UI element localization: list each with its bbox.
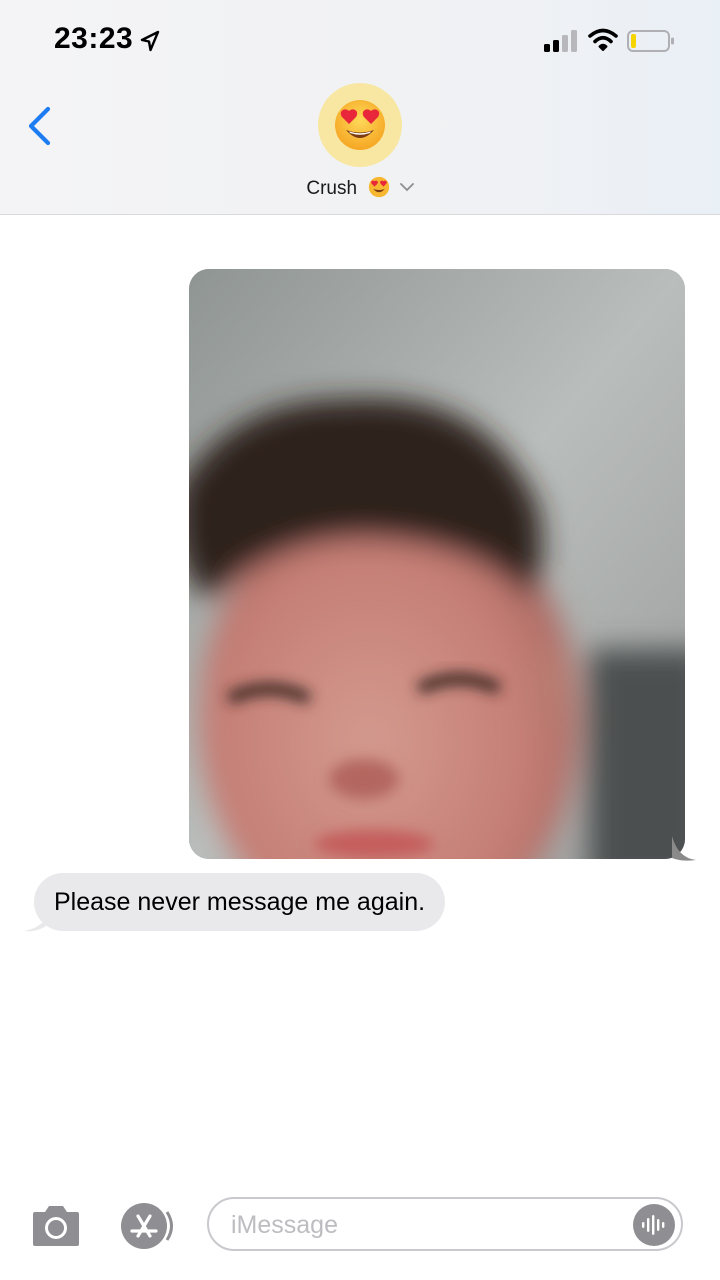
cellular-signal-icon (544, 30, 577, 52)
message-input[interactable] (229, 1199, 633, 1251)
heart-eyes-emoji-icon (369, 176, 390, 198)
contact-avatar[interactable] (318, 83, 402, 167)
conversation-header: 23:23 Crush (0, 0, 720, 215)
incoming-message-bubble[interactable]: Please never message me again. (34, 873, 446, 931)
battery-low-icon (627, 30, 674, 52)
incoming-message-text: Please never message me again. (54, 887, 426, 916)
contact-name-row[interactable]: Crush (0, 176, 720, 200)
heart-eyes-emoji-icon (335, 100, 385, 150)
status-time: 23:23 (54, 22, 134, 55)
back-chevron-icon[interactable] (26, 106, 52, 146)
wifi-icon (588, 28, 618, 51)
dictation-button[interactable] (633, 1204, 675, 1246)
photo-image (189, 269, 685, 859)
outgoing-photo-message[interactable] (189, 269, 685, 859)
app-store-icon[interactable] (118, 1203, 178, 1249)
chevron-down-icon (399, 183, 414, 192)
message-input-container[interactable] (207, 1197, 683, 1251)
location-arrow-icon (140, 30, 160, 52)
outgoing-bubble-tail (672, 836, 696, 861)
waveform-icon (642, 1215, 665, 1235)
camera-icon[interactable] (29, 1204, 83, 1248)
contact-name: Crush (306, 178, 358, 199)
